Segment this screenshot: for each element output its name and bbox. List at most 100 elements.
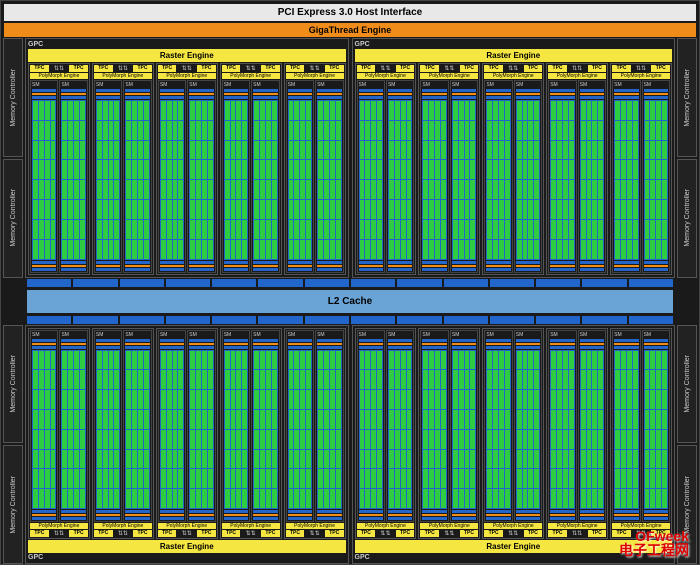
cuda-core [39, 141, 44, 160]
crossbar-cell [582, 279, 626, 287]
cuda-core [569, 141, 574, 160]
sm-label: SM [388, 332, 412, 338]
crossbar-cell [397, 316, 441, 324]
cuda-core [242, 390, 247, 409]
cuda-core [499, 240, 504, 259]
cuda-core [103, 220, 108, 239]
scheduler-band [644, 93, 668, 95]
cuda-core [487, 160, 492, 179]
cache-band [452, 517, 476, 520]
tpc-label: TPC [261, 65, 280, 72]
cuda-core [505, 410, 510, 429]
tex-band [125, 514, 149, 516]
cuda-core [126, 200, 131, 219]
cuda-core [523, 469, 528, 488]
cuda-core [650, 200, 655, 219]
cuda-core [138, 160, 143, 179]
cuda-core [523, 121, 528, 140]
cuda-core [465, 180, 470, 199]
arrows-icon: ⇅⇅ [177, 65, 196, 72]
cuda-core [68, 121, 73, 140]
cache-band [516, 268, 540, 271]
cuda-core [470, 469, 475, 488]
cuda-core [377, 430, 382, 449]
tpc-header: TPC⇅⇅TPC [548, 530, 606, 537]
cuda-core [581, 410, 586, 429]
cuda-core [39, 200, 44, 219]
cuda-core [74, 450, 79, 469]
cuda-core [429, 121, 434, 140]
lsu-band [359, 261, 383, 264]
cuda-core [505, 469, 510, 488]
cuda-core [202, 220, 207, 239]
tpc-label: TPC [197, 65, 216, 72]
cuda-core [144, 180, 149, 199]
sm-row: SMSM [420, 330, 478, 523]
polymorph-label: PolyMorph Engine [548, 523, 606, 529]
cuda-core [435, 370, 440, 389]
cuda-core [465, 141, 470, 160]
cuda-core [318, 370, 323, 389]
cuda-core [645, 240, 650, 259]
cuda-core [407, 121, 412, 140]
tpc-header: TPC⇅⇅TPC [484, 530, 542, 537]
scheduler-band [516, 93, 540, 95]
cuda-core [592, 430, 597, 449]
cuda-core [365, 390, 370, 409]
cuda-core [407, 160, 412, 179]
dispatch-band [61, 346, 85, 349]
cuda-core [208, 410, 213, 429]
cuda-core [51, 370, 56, 389]
cuda-core [39, 469, 44, 488]
cuda-core [80, 450, 85, 469]
cuda-core [389, 101, 394, 120]
cuda-core [401, 121, 406, 140]
cuda-core [236, 430, 241, 449]
cuda-core [167, 240, 172, 259]
tpc-header: TPC⇅⇅TPC [612, 65, 670, 72]
cuda-core [441, 160, 446, 179]
sm-block: SM [315, 80, 343, 273]
cuda-core [487, 101, 492, 120]
cuda-core [161, 141, 166, 160]
cuda-core-grid [189, 350, 213, 510]
cuda-core [592, 121, 597, 140]
cuda-core [161, 410, 166, 429]
cuda-core [365, 160, 370, 179]
cuda-core [592, 200, 597, 219]
cuda-core [493, 160, 498, 179]
scheduler-band [125, 343, 149, 345]
cuda-core [493, 410, 498, 429]
cuda-core-grid [422, 100, 446, 260]
cuda-core [517, 240, 522, 259]
cuda-core [493, 141, 498, 160]
cuda-core [487, 370, 492, 389]
scheduler-band [96, 93, 120, 95]
scheduler-band [644, 343, 668, 345]
cuda-core [557, 220, 562, 239]
cuda-core [236, 160, 241, 179]
cuda-core [528, 489, 533, 508]
cuda-core [208, 390, 213, 409]
cuda-core [505, 121, 510, 140]
cuda-core [208, 121, 213, 140]
cuda-core [557, 240, 562, 259]
cuda-core [103, 430, 108, 449]
cuda-core [557, 430, 562, 449]
scheduler-band [422, 343, 446, 345]
cuda-core [633, 469, 638, 488]
cuda-core [126, 390, 131, 409]
cuda-core [103, 240, 108, 259]
arrows-icon: ⇅⇅ [440, 65, 459, 72]
cuda-core [465, 220, 470, 239]
cuda-core [645, 370, 650, 389]
memory-controller: Memory Controller [3, 445, 23, 564]
cuda-core-grid [160, 350, 184, 510]
scheduler-band [253, 93, 277, 95]
cuda-core [465, 160, 470, 179]
cuda-core [126, 370, 131, 389]
tpc-header: TPC⇅⇅TPC [158, 65, 216, 72]
cuda-core [615, 410, 620, 429]
cuda-core [138, 240, 143, 259]
cuda-core [254, 240, 259, 259]
